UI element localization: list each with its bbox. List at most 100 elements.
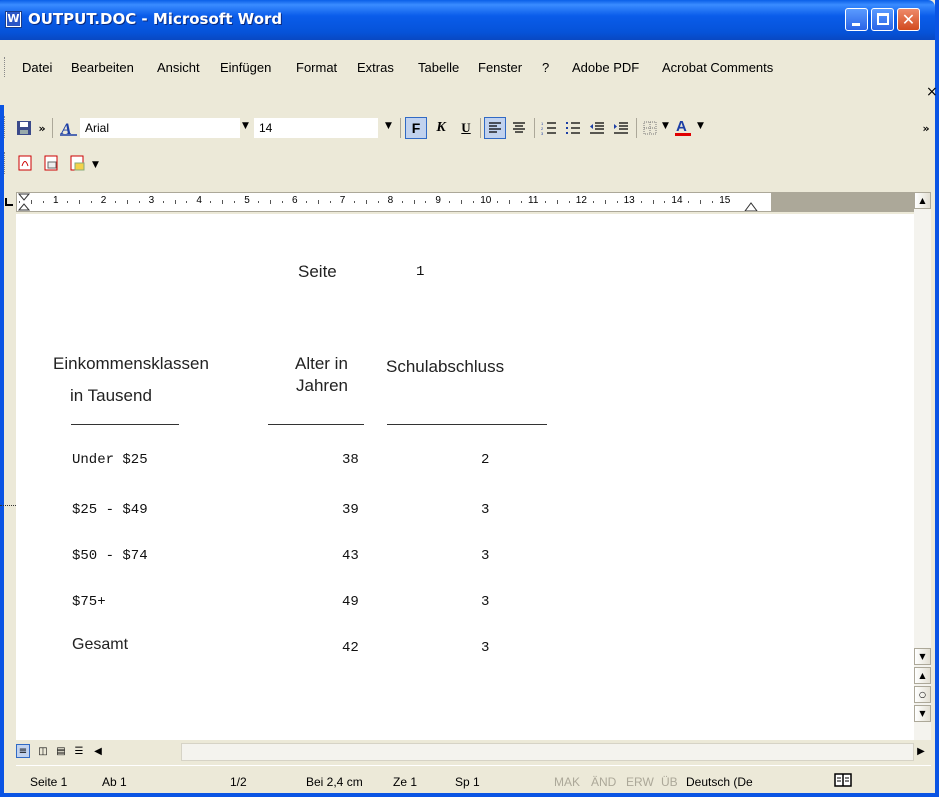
ruler-number: 14 (671, 195, 683, 206)
pdf-review-button[interactable] (66, 152, 88, 174)
ruler-tick (616, 201, 618, 203)
status-column: Sp 1 (455, 775, 480, 789)
row-school: 3 (481, 640, 490, 656)
scroll-right-icon[interactable]: ▶ (914, 744, 928, 758)
horizontal-scrollbar[interactable] (181, 743, 914, 761)
web-layout-view-icon[interactable]: ◫ (36, 744, 50, 758)
previous-page-icon[interactable]: ▲ (914, 667, 931, 684)
numbering-button[interactable]: 123 (538, 117, 560, 139)
close-button[interactable]: ✕ (897, 8, 920, 31)
svg-text:3: 3 (541, 131, 544, 135)
word-app-icon[interactable] (5, 11, 22, 28)
status-aend[interactable]: ÄND (591, 775, 616, 789)
toolbar-options-icon[interactable]: » (920, 117, 932, 139)
font-size-dropdown-icon[interactable]: ▼ (385, 121, 392, 131)
ruler-tick (258, 201, 260, 203)
status-erw[interactable]: ERW (626, 775, 654, 789)
underline-button[interactable]: U (455, 117, 477, 139)
pdf-toolbar-dropdown-icon[interactable]: ▼ (92, 160, 99, 170)
document-page[interactable]: Seite 1 Einkommensklassen in Tausend Alt… (16, 214, 914, 740)
decrease-indent-icon (590, 122, 604, 134)
ruler-tick (174, 200, 176, 204)
horizontal-ruler[interactable]: 1 2 3 4 5 6 7 8 9 10 11 12 13 14 15 (16, 192, 914, 212)
bullets-button[interactable] (562, 117, 584, 139)
browse-object-icon[interactable]: ○ (914, 686, 931, 703)
ruler-number: 15 (719, 195, 731, 206)
print-layout-view-icon[interactable]: ▤ (54, 744, 68, 758)
menu-bearbeiten[interactable]: Bearbeiten (71, 60, 134, 75)
ruler-number: 3 (148, 195, 155, 206)
title-bar[interactable]: OUTPUT.DOC - Microsoft Word ✕ (0, 0, 935, 40)
ruler-tick (66, 201, 68, 203)
increase-indent-icon (614, 122, 628, 134)
ruler-tick (270, 200, 272, 204)
ruler-tick (401, 201, 403, 203)
toolbar-separator (400, 118, 401, 138)
tab-selector-icon[interactable] (3, 196, 15, 208)
menu-format[interactable]: Format (296, 60, 337, 75)
bold-button[interactable]: F (405, 117, 427, 139)
font-name-combo[interactable]: Arial (80, 118, 240, 138)
ruler-number: 12 (575, 195, 587, 206)
menu-datei[interactable]: Datei (22, 60, 52, 75)
status-mak[interactable]: MAK (554, 775, 580, 789)
font-color-button[interactable]: A (672, 116, 694, 138)
status-ueb[interactable]: ÜB (661, 775, 678, 789)
outline-view-icon[interactable]: ☰ (72, 744, 86, 758)
scroll-left-icon[interactable]: ◀ (91, 744, 105, 758)
ruler-tick (317, 200, 319, 204)
ruler-tick (497, 201, 499, 203)
right-indent-marker[interactable] (744, 201, 758, 212)
pdf-toolbar-grip[interactable] (4, 152, 7, 174)
status-section: Ab 1 (102, 775, 127, 789)
row-age: 49 (342, 594, 359, 610)
vertical-scrollbar[interactable]: ▲ ▼ ▲ ○ ▼ (914, 192, 931, 740)
maximize-button[interactable] (871, 8, 894, 31)
save-button[interactable] (14, 117, 34, 139)
row-age: 38 (342, 452, 359, 468)
menu-grip[interactable] (4, 57, 7, 77)
italic-button[interactable]: K (430, 117, 452, 139)
increase-indent-button[interactable] (610, 117, 632, 139)
ruler-tick (210, 201, 212, 203)
font-color-dropdown-icon[interactable]: ▼ (697, 121, 704, 131)
decrease-indent-button[interactable] (586, 117, 608, 139)
menu-einfuegen[interactable]: Einfügen (220, 60, 271, 75)
borders-dropdown-icon[interactable]: ▼ (662, 121, 669, 131)
ruler-right-margin (771, 193, 913, 211)
menu-help[interactable]: ? (542, 60, 549, 75)
font-name-dropdown-icon[interactable]: ▼ (242, 121, 249, 131)
font-size-combo[interactable]: 14 (254, 118, 378, 138)
ruler-tick (126, 200, 128, 204)
ruler-number: 7 (339, 195, 346, 206)
menu-ansicht[interactable]: Ansicht (157, 60, 200, 75)
document-close-icon[interactable]: × (926, 84, 938, 100)
ruler-tick (365, 200, 367, 204)
toolbar-grip[interactable] (4, 116, 7, 138)
ruler-tick (90, 201, 92, 203)
scroll-down-icon[interactable]: ▼ (914, 648, 931, 665)
align-left-button[interactable] (484, 117, 506, 139)
pdf-email-button[interactable] (40, 152, 62, 174)
menu-extras[interactable]: Extras (357, 60, 394, 75)
ruler-number: 13 (623, 195, 635, 206)
ruler-tick (114, 201, 116, 203)
ruler-tick (449, 201, 451, 203)
minimize-button[interactable] (845, 8, 868, 31)
align-center-button[interactable] (508, 117, 530, 139)
ruler-tick (138, 201, 140, 203)
spelling-status-icon[interactable] (834, 772, 852, 791)
scroll-up-icon[interactable]: ▲ (914, 192, 931, 209)
menu-fenster[interactable]: Fenster (478, 60, 522, 75)
normal-view-icon[interactable]: ≡ (16, 744, 30, 758)
align-center-icon (513, 122, 525, 133)
menu-adobe-pdf[interactable]: Adobe PDF (572, 60, 639, 75)
align-left-icon (489, 122, 501, 133)
menu-tabelle[interactable]: Tabelle (418, 60, 459, 75)
borders-button[interactable] (640, 117, 660, 139)
menu-acrobat-comments[interactable]: Acrobat Comments (662, 60, 773, 75)
convert-to-pdf-button[interactable] (14, 152, 36, 174)
styles-button[interactable]: A (58, 117, 80, 139)
next-page-icon[interactable]: ▼ (914, 705, 931, 722)
toolbar-overflow-icon[interactable]: » (36, 117, 48, 139)
